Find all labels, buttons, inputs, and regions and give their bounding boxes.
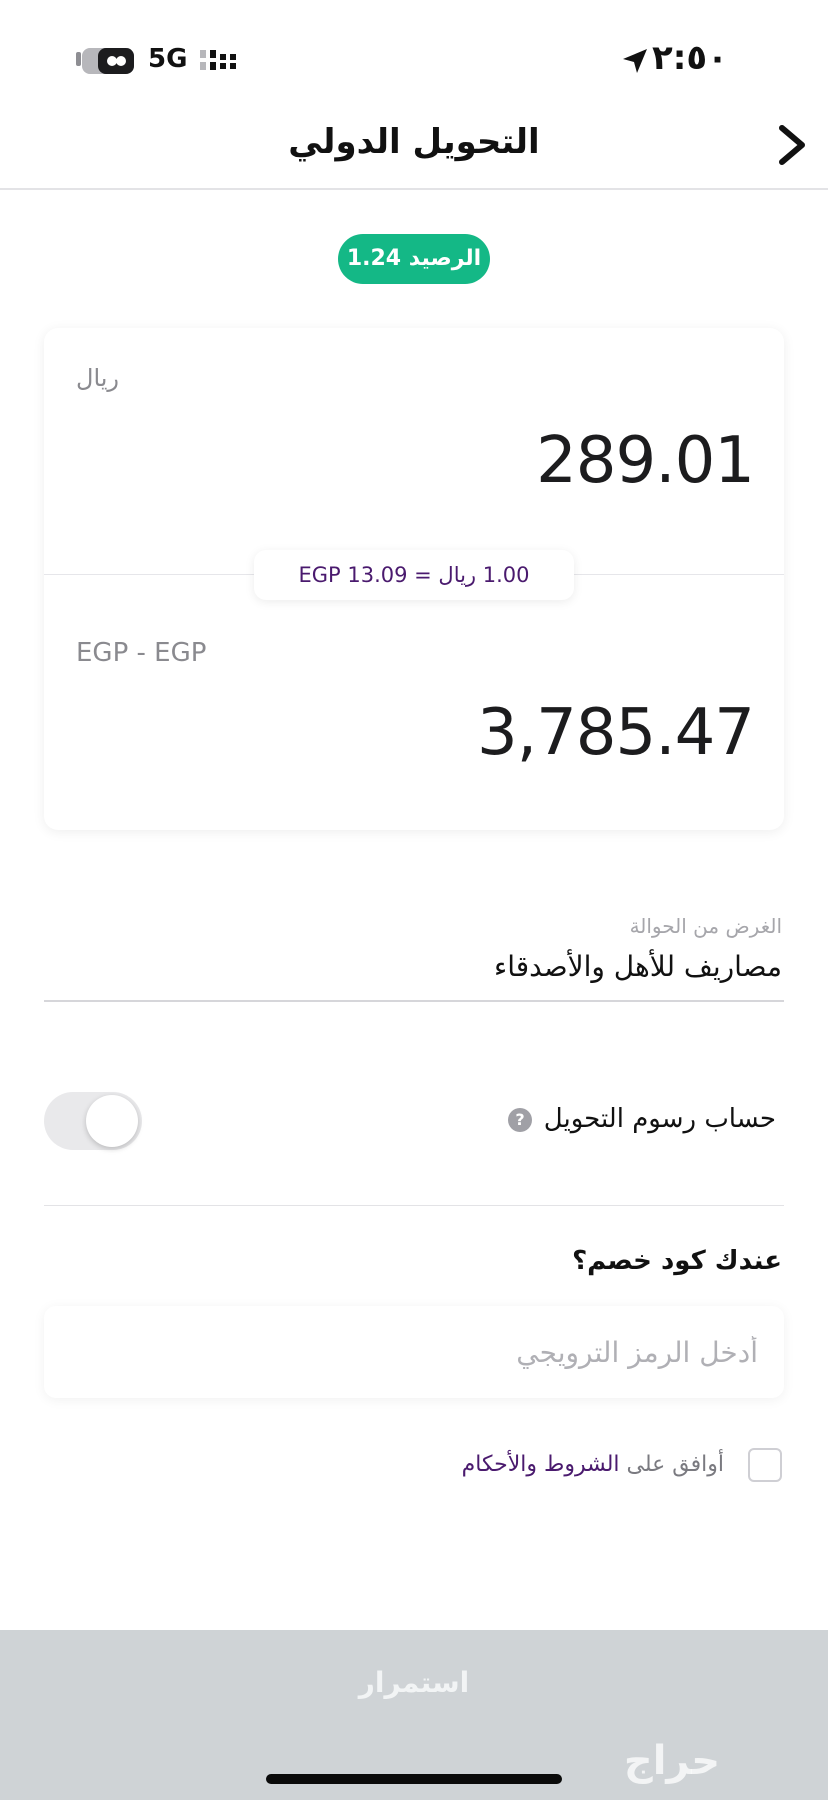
terms-link[interactable]: الشروط والأحكام [462, 1452, 620, 1477]
watermark-logo: حراج [623, 1738, 721, 1784]
promo-question: عندك كود خصم؟ [572, 1246, 782, 1276]
receive-amount-field[interactable]: 3,785.47 [477, 696, 755, 770]
purpose-dropdown[interactable]: مصاريف للأهل والأصدقاء [494, 950, 782, 983]
network-type: 5G [148, 44, 188, 74]
amount-card: ريال 289.01 1.00 ريال = EGP 13.09 EGP - … [44, 328, 784, 830]
fees-label: حساب رسوم التحويل [543, 1104, 776, 1134]
fees-toggle[interactable] [44, 1092, 142, 1150]
battery-icon [76, 48, 134, 74]
terms-checkbox[interactable] [748, 1448, 782, 1482]
receive-currency-selector[interactable]: EGP - EGP [76, 638, 206, 668]
status-time: ٢:٥٠ [652, 38, 728, 78]
purpose-label: الغرض من الحوالة [629, 914, 782, 938]
page-title: التحويل الدولي [288, 122, 540, 162]
balance-badge: الرصيد 1.24 [338, 234, 490, 284]
chevron-right-icon[interactable] [770, 122, 814, 168]
purpose-underline [44, 1000, 784, 1002]
status-bar: 5G ٢:٥٠ [0, 0, 828, 100]
international-transfer-screen: 5G ٢:٥٠ التحويل الدولي الرصيد 1.24 ريال … [0, 0, 828, 1800]
terms-text: أوافق على الشروط والأحكام [462, 1452, 724, 1477]
question-circle-icon[interactable]: ? [508, 1108, 532, 1132]
section-divider [44, 1205, 784, 1206]
toggle-knob [86, 1095, 138, 1147]
signal-bars-icon [200, 50, 236, 70]
location-arrow-icon [623, 49, 647, 73]
send-amount-field[interactable]: 289.01 [536, 424, 755, 498]
send-currency-label: ريال [76, 364, 120, 392]
top-nav-bar: التحويل الدولي [0, 100, 828, 190]
promo-code-input[interactable] [44, 1306, 784, 1398]
continue-button[interactable]: استمرار [0, 1630, 828, 1736]
exchange-rate-pill: 1.00 ريال = EGP 13.09 [254, 550, 574, 600]
home-indicator[interactable] [266, 1774, 562, 1784]
terms-prefix: أوافق على [619, 1452, 724, 1477]
